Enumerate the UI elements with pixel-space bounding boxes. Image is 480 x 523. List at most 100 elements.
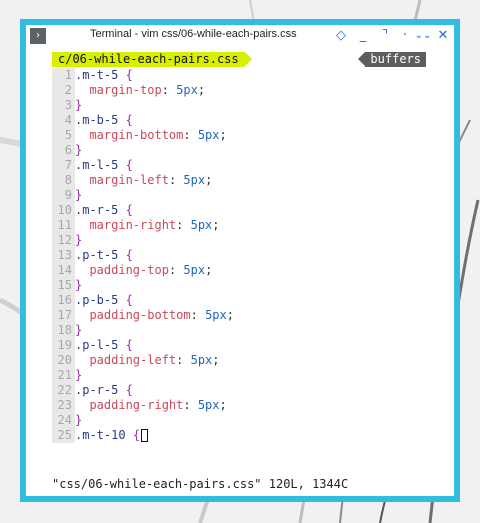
css-selector: .p-r-5 <box>75 383 119 397</box>
open-brace: { <box>125 383 133 397</box>
maximize-icon[interactable]: ⌝ <box>376 27 394 45</box>
css-property: padding-bottom <box>89 308 191 322</box>
line-number: 6 <box>52 143 75 158</box>
css-selector: .m-r-5 <box>75 203 119 217</box>
css-selector: .m-t-5 <box>75 68 119 82</box>
terminal-content[interactable]: c/06-while-each-pairs.css buffers 1 .m-t-… <box>26 47 454 496</box>
code-line: 13 .p-t-5 { <box>52 248 426 263</box>
minimize-icon[interactable]: _ <box>354 27 372 45</box>
terminal-app-icon: › <box>30 28 46 44</box>
colon: : <box>168 173 184 187</box>
close-brace: } <box>75 188 83 202</box>
line-number: 21 <box>52 368 75 383</box>
code-line: 9} <box>52 188 426 203</box>
tab-separator-arrow <box>245 52 252 66</box>
line-number: 16 <box>52 293 75 308</box>
code-line: 20 padding-left: 5px; <box>52 353 426 368</box>
css-value: 5px <box>197 398 220 412</box>
css-selector: .p-t-5 <box>75 248 119 262</box>
code-line: 14 padding-top: 5px; <box>52 263 426 278</box>
css-value: 5px <box>183 173 206 187</box>
line-number: 20 <box>52 353 75 368</box>
open-brace: { <box>125 203 133 217</box>
css-value: 5px <box>176 83 198 97</box>
shade-icon[interactable]: · <box>396 27 414 45</box>
line-number: 17 <box>52 308 75 323</box>
close-brace: } <box>75 323 83 337</box>
window-title: Terminal - vim css/06-while-each-pairs.c… <box>90 28 297 40</box>
css-value: 5px <box>205 308 227 322</box>
line-number: 18 <box>52 323 75 338</box>
text-cursor <box>141 429 149 442</box>
line-number: 7 <box>52 158 75 173</box>
colon: : <box>190 308 206 322</box>
css-selector: .m-b-5 <box>75 113 119 127</box>
colon: : <box>176 353 191 367</box>
code-line: 25 .m-t-10 { <box>52 428 426 443</box>
pin-icon[interactable]: ◇ <box>332 27 350 45</box>
code-line: 8 margin-left: 5px; <box>52 173 426 188</box>
code-line: 2 margin-top: 5px; <box>52 83 426 98</box>
colon: : <box>183 128 198 142</box>
code-line: 10 .m-r-5 { <box>52 203 426 218</box>
code-line: 22 .p-r-5 { <box>52 383 426 398</box>
line-number: 14 <box>52 263 75 278</box>
code-line: 24} <box>52 413 426 428</box>
line-number: 19 <box>52 338 75 353</box>
css-property: margin-top <box>89 83 162 97</box>
semicolon: ; <box>219 398 227 412</box>
close-brace: } <box>75 98 83 112</box>
css-selector: .m-l-5 <box>75 158 119 172</box>
editor-buffer[interactable]: 1 .m-t-5 {2 margin-top: 5px; 3} 4 .m-b-5 {5 … <box>52 68 426 443</box>
colon: : <box>176 218 191 232</box>
css-selector: .m-t-10 <box>75 428 126 442</box>
css-selector: .p-b-5 <box>75 293 119 307</box>
code-line: 12} <box>52 233 426 248</box>
open-brace: { <box>125 338 133 352</box>
close-brace: } <box>75 368 83 382</box>
buffers-separator-arrow <box>358 52 365 66</box>
code-line: 3} <box>52 98 426 113</box>
code-line: 1 .m-t-5 { <box>52 68 426 83</box>
line-number: 10 <box>52 203 75 218</box>
vim-active-tab[interactable]: c/06-while-each-pairs.css <box>52 52 245 67</box>
colon: : <box>168 263 184 277</box>
css-property: padding-right <box>89 398 184 412</box>
line-number: 22 <box>52 383 75 398</box>
colon: : <box>183 398 198 412</box>
code-line: 11 margin-right: 5px; <box>52 218 426 233</box>
terminal-window: › Terminal - vim css/06-while-each-pairs… <box>20 19 460 502</box>
code-line: 23 padding-right: 5px; <box>52 398 426 413</box>
semicolon: ; <box>219 128 227 142</box>
window-menu-icon[interactable]: ⌄⌄ <box>414 27 432 45</box>
title-bar[interactable]: › Terminal - vim css/06-while-each-pairs… <box>26 25 454 47</box>
line-number: 2 <box>52 83 75 98</box>
line-number: 12 <box>52 233 75 248</box>
line-number: 5 <box>52 128 75 143</box>
css-value: 5px <box>183 263 206 277</box>
semicolon: ; <box>226 308 234 322</box>
line-number: 1 <box>52 68 75 83</box>
css-property: padding-top <box>89 263 169 277</box>
line-number: 23 <box>52 398 75 413</box>
semicolon: ; <box>205 173 213 187</box>
line-number: 9 <box>52 188 75 203</box>
code-line: 19 .p-l-5 { <box>52 338 426 353</box>
code-line: 4 .m-b-5 { <box>52 113 426 128</box>
close-icon[interactable]: ✕ <box>434 27 452 45</box>
css-property: padding-left <box>89 353 177 367</box>
css-property: margin-right <box>89 218 177 232</box>
semicolon: ; <box>212 218 220 232</box>
colon: : <box>161 83 177 97</box>
line-number: 25 <box>52 428 75 443</box>
semicolon: ; <box>212 353 220 367</box>
